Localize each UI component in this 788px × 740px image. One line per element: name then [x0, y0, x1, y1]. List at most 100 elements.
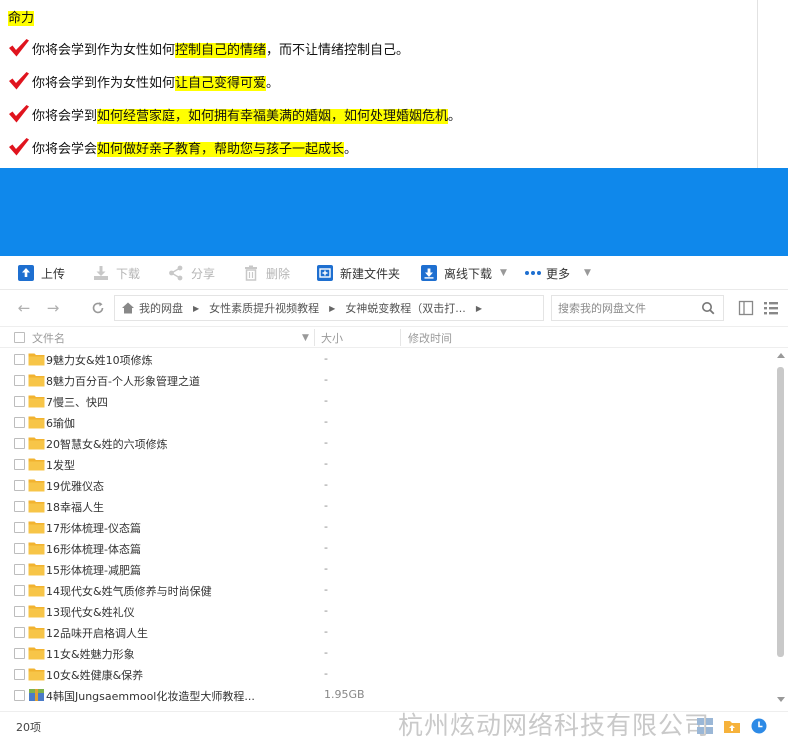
- row-checkbox[interactable]: [14, 606, 25, 617]
- row-checkbox[interactable]: [14, 669, 25, 680]
- list-view-icon[interactable]: [763, 300, 779, 316]
- upload-button[interactable]: 上传: [17, 256, 65, 290]
- offline-dropdown-caret-icon[interactable]: ▼: [500, 268, 507, 278]
- row-checkbox[interactable]: [14, 522, 25, 533]
- folder-icon: [28, 668, 45, 681]
- sort-caret-icon[interactable]: ▼: [302, 327, 309, 348]
- file-size: -: [324, 667, 328, 680]
- trash-icon: [245, 265, 257, 281]
- row-checkbox[interactable]: [14, 648, 25, 659]
- file-name[interactable]: 16形体梳理-体态篇: [46, 541, 141, 557]
- select-all-checkbox[interactable]: [14, 332, 25, 343]
- file-row[interactable]: 1发型 -: [0, 454, 775, 475]
- more-button[interactable]: 更多 ▼: [524, 256, 591, 290]
- forward-arrow-icon[interactable]: →: [43, 298, 63, 318]
- search-input[interactable]: [558, 301, 698, 315]
- row-checkbox[interactable]: [14, 627, 25, 638]
- file-row[interactable]: 19优雅仪态 -: [0, 475, 775, 496]
- scrollbar-thumb[interactable]: [777, 367, 784, 657]
- offline-download-button[interactable]: 离线下载 ▼: [420, 256, 507, 290]
- grid-apps-icon[interactable]: [696, 717, 714, 735]
- file-name[interactable]: 6瑜伽: [46, 415, 75, 431]
- share-button[interactable]: 分享: [167, 256, 215, 290]
- file-size: -: [324, 562, 328, 575]
- row-checkbox[interactable]: [14, 375, 25, 386]
- row-checkbox[interactable]: [14, 354, 25, 365]
- back-arrow-icon[interactable]: ←: [14, 298, 34, 318]
- column-size-header[interactable]: 大小: [321, 327, 343, 348]
- preview-pane-icon[interactable]: [738, 300, 754, 316]
- file-name[interactable]: 10女&姓健康&保养: [46, 667, 143, 683]
- more-dropdown-caret-icon[interactable]: ▼: [584, 268, 591, 278]
- row-checkbox[interactable]: [14, 459, 25, 470]
- file-name[interactable]: 18幸福人生: [46, 499, 104, 515]
- row-checkbox[interactable]: [14, 417, 25, 428]
- row-checkbox[interactable]: [14, 585, 25, 596]
- new-folder-label: 新建文件夹: [340, 266, 401, 281]
- breadcrumb-item-current[interactable]: 女神蜕变教程（双击打...: [345, 300, 466, 316]
- file-list: 9魅力女&姓10项修炼 -8魅力百分百-个人形象管理之道 -7慢三、快四 -6瑜伽 -2…: [0, 349, 775, 706]
- file-name[interactable]: 1发型: [46, 457, 75, 473]
- file-name[interactable]: 4韩国Jungsaemmool化妆造型大师教程...: [46, 688, 255, 704]
- search-icon[interactable]: [701, 301, 715, 315]
- file-name[interactable]: 14现代女&姓气质修养与时尚保健: [46, 583, 212, 599]
- file-name[interactable]: 15形体梳理-减肥篇: [46, 562, 141, 578]
- row-checkbox[interactable]: [14, 564, 25, 575]
- folder-icon: [28, 437, 45, 450]
- file-name[interactable]: 12品味开启格调人生: [46, 625, 148, 641]
- body-text: 你将会学会: [32, 142, 98, 157]
- file-row[interactable]: 18幸福人生 -: [0, 496, 775, 517]
- file-row[interactable]: 9魅力女&姓10项修炼 -: [0, 349, 775, 370]
- scroll-up-arrow-icon[interactable]: [777, 353, 785, 358]
- file-row[interactable]: 11女&姓魅力形象 -: [0, 643, 775, 664]
- file-row[interactable]: 15形体梳理-减肥篇 -: [0, 559, 775, 580]
- file-name[interactable]: 11女&姓魅力形象: [46, 646, 135, 662]
- column-modified-header[interactable]: 修改时间: [408, 327, 452, 348]
- file-name[interactable]: 17形体梳理-仪态篇: [46, 520, 141, 536]
- download-button[interactable]: 下载: [92, 256, 140, 290]
- file-row[interactable]: 4韩国Jungsaemmool化妆造型大师教程... 1.95GB: [0, 685, 775, 706]
- file-row[interactable]: 7慢三、快四 -: [0, 391, 775, 412]
- delete-button[interactable]: 删除: [242, 256, 290, 290]
- file-row[interactable]: 16形体梳理-体态篇 -: [0, 538, 775, 559]
- checkmark-icon: [9, 105, 29, 123]
- file-name[interactable]: 19优雅仪态: [46, 478, 104, 494]
- transfer-status-icon[interactable]: [750, 717, 768, 735]
- column-name-header[interactable]: 文件名: [32, 327, 65, 348]
- file-row[interactable]: 17形体梳理-仪态篇 -: [0, 517, 775, 538]
- row-checkbox[interactable]: [14, 501, 25, 512]
- file-row[interactable]: 13现代女&姓礼仪 -: [0, 601, 775, 622]
- file-row[interactable]: 10女&姓健康&保养 -: [0, 664, 775, 685]
- file-row[interactable]: 8魅力百分百-个人形象管理之道 -: [0, 370, 775, 391]
- file-name[interactable]: 9魅力女&姓10项修炼: [46, 352, 153, 368]
- scroll-down-arrow-icon[interactable]: [777, 697, 785, 702]
- file-size: -: [324, 436, 328, 449]
- row-checkbox[interactable]: [14, 543, 25, 554]
- row-checkbox[interactable]: [14, 690, 25, 701]
- row-checkbox[interactable]: [14, 438, 25, 449]
- file-row[interactable]: 12品味开启格调人生 -: [0, 622, 775, 643]
- file-name[interactable]: 13现代女&姓礼仪: [46, 604, 135, 620]
- file-name[interactable]: 8魅力百分百-个人形象管理之道: [46, 373, 200, 389]
- document-bullet-4: 你将会学会如何做好亲子教育，帮助您与孩子一起成长。: [8, 137, 357, 157]
- search-box: [551, 295, 724, 321]
- upload-folder-icon[interactable]: [723, 717, 741, 735]
- scrollbar[interactable]: [775, 349, 786, 709]
- file-row[interactable]: 20智慧女&姓的六项修炼 -: [0, 433, 775, 454]
- folder-icon: [28, 395, 45, 408]
- breadcrumb-item-course[interactable]: 女性素质提升视频教程: [209, 300, 319, 316]
- file-name[interactable]: 20智慧女&姓的六项修炼: [46, 436, 168, 452]
- file-name[interactable]: 7慢三、快四: [46, 394, 108, 410]
- file-row[interactable]: 14现代女&姓气质修养与时尚保健 -: [0, 580, 775, 601]
- new-folder-button[interactable]: 新建文件夹: [316, 256, 400, 290]
- row-checkbox[interactable]: [14, 396, 25, 407]
- refresh-icon[interactable]: [88, 298, 108, 318]
- row-checkbox[interactable]: [14, 480, 25, 491]
- breadcrumb-item-mydisk[interactable]: 我的网盘: [139, 300, 183, 316]
- file-row[interactable]: 6瑜伽 -: [0, 412, 775, 433]
- upload-icon: [18, 265, 34, 281]
- breadcrumb-separator-icon: ▶: [475, 303, 482, 313]
- home-icon[interactable]: [121, 301, 135, 315]
- column-divider[interactable]: [314, 329, 315, 346]
- column-divider[interactable]: [400, 329, 401, 346]
